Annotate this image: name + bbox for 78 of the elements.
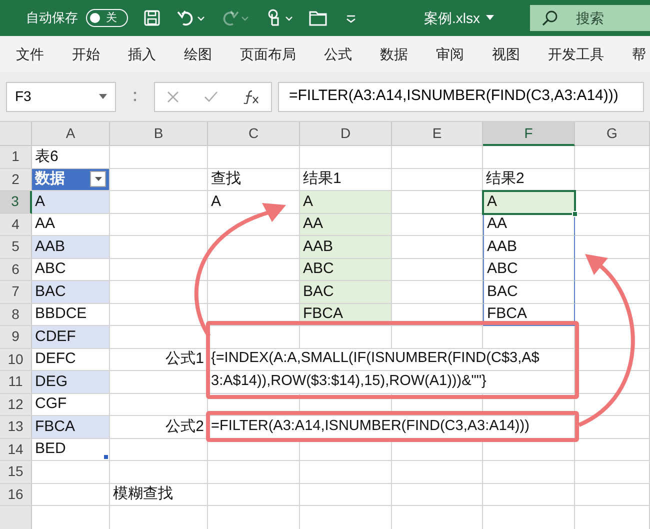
column-header[interactable]: C <box>208 122 300 146</box>
row-header[interactable]: 3 <box>0 191 32 214</box>
caret-icon[interactable] <box>99 94 107 100</box>
name-box[interactable]: F3 <box>6 82 116 112</box>
table-cell: AA <box>483 214 575 236</box>
ribbon-tab[interactable]: 文件 <box>8 44 52 64</box>
row-header[interactable]: 10 <box>0 348 32 371</box>
column-header[interactable]: B <box>110 122 208 146</box>
row-header[interactable]: 7 <box>0 281 32 304</box>
column-header[interactable]: D <box>300 122 392 146</box>
caret-icon[interactable] <box>486 15 494 21</box>
table-cell: DEG <box>32 371 110 394</box>
row-header[interactable]: 6 <box>0 258 32 281</box>
ribbon-tab[interactable]: 开始 <box>64 44 108 64</box>
ribbon-tab[interactable]: 页面布局 <box>232 44 304 64</box>
table-cell: {=INDEX(A:A,SMALL(IF(ISNUMBER(FIND(C$3,A$ <box>208 348 575 371</box>
caret-icon[interactable] <box>94 177 102 182</box>
ribbon-tab[interactable]: 数据 <box>372 44 416 64</box>
table-cell: 3:A$14)),ROW($3:$14),15),ROW(A1)))&""} <box>208 371 575 394</box>
check-icon[interactable] <box>204 90 218 102</box>
row-header[interactable]: 8 <box>0 304 32 326</box>
search-field[interactable]: 搜索 <box>530 5 650 31</box>
function-icon[interactable] <box>242 90 259 104</box>
row-header[interactable]: 16 <box>0 484 32 506</box>
table-cell: BAC <box>300 281 392 304</box>
autosave-toggle[interactable]: 关 <box>86 9 128 27</box>
column-header[interactable]: F <box>483 122 575 146</box>
grip-icon[interactable] <box>132 90 138 104</box>
table-cell: BAC <box>32 281 110 304</box>
row-header[interactable]: 5 <box>0 236 32 258</box>
row-header[interactable]: 11 <box>0 371 32 394</box>
table-cell: AAB <box>483 236 575 258</box>
ribbon-tab[interactable]: 绘图 <box>176 44 220 64</box>
table-cell: 公式2 <box>110 416 208 438</box>
ribbon-tab[interactable]: 公式 <box>316 44 360 64</box>
column-header[interactable]: A <box>32 122 110 146</box>
table-cell: 公式1 <box>110 348 208 371</box>
table-cell: =FILTER(A3:A14,ISNUMBER(FIND(C3,A3:A14))) <box>208 416 575 438</box>
row-header[interactable]: 9 <box>0 326 32 348</box>
ribbon-tab[interactable]: 插入 <box>120 44 164 64</box>
row-header[interactable]: 1 <box>0 146 32 168</box>
search-icon[interactable] <box>542 10 558 26</box>
ribbon-tab[interactable]: 视图 <box>484 44 528 64</box>
save-icon[interactable] <box>142 8 162 28</box>
resize-handle[interactable] <box>104 455 108 459</box>
ribbon-tab[interactable]: 开发工具 <box>540 44 612 64</box>
file-name-button[interactable]: 案例.xlsx <box>424 8 494 28</box>
table-cell: AAB <box>300 236 392 258</box>
table-cell: AAB <box>32 236 110 258</box>
row-header[interactable]: 12 <box>0 394 32 416</box>
ribbon-tab[interactable]: 审阅 <box>428 44 472 64</box>
table-cell: 模糊查找 <box>110 484 208 506</box>
table-cell: A <box>32 191 110 214</box>
row-header[interactable]: 14 <box>0 438 32 461</box>
undo-icon[interactable] <box>176 8 206 28</box>
table-cell: ABC <box>483 258 575 281</box>
filter-button[interactable] <box>90 171 106 188</box>
table-cell: BAC <box>483 281 575 304</box>
row-header[interactable]: 4 <box>0 214 32 236</box>
ribbon-tab[interactable]: 帮 <box>624 44 650 64</box>
row-header[interactable]: 13 <box>0 416 32 438</box>
header-text: 数据 <box>35 169 65 189</box>
table-cell: 查找 <box>208 168 300 191</box>
table-cell: BED <box>32 438 110 461</box>
row-header[interactable]: 2 <box>0 168 32 191</box>
table-cell: FBCA <box>483 304 575 326</box>
column-header[interactable]: G <box>575 122 650 146</box>
table-header-cell[interactable]: 数据 <box>32 168 110 191</box>
table-cell: ABC <box>300 258 392 281</box>
row-header[interactable]: 15 <box>0 461 32 484</box>
table-cell: CDEF <box>32 326 110 348</box>
autosave-label: 自动保存 <box>26 9 78 28</box>
table-cell: FBCA <box>32 416 110 438</box>
column-header[interactable]: E <box>392 122 483 146</box>
formula-input[interactable]: =FILTER(A3:A14,ISNUMBER(FIND(C3,A3:A14))) <box>278 82 644 112</box>
table-cell: A <box>300 191 392 214</box>
fill-handle[interactable] <box>572 210 578 216</box>
table-cell: AA <box>300 214 392 236</box>
